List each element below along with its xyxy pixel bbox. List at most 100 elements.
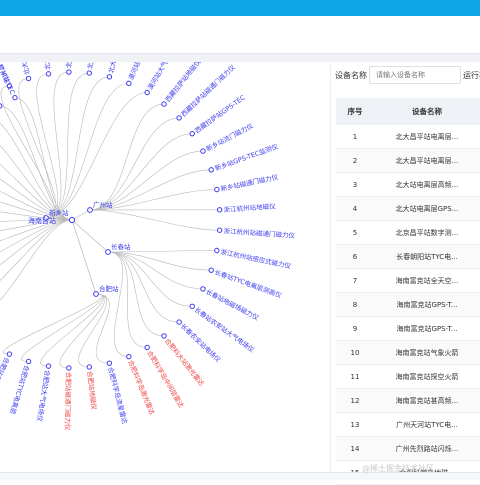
tree-edge bbox=[46, 93, 147, 218]
tree-hub-node bbox=[88, 208, 93, 213]
row-index: 10 bbox=[336, 349, 374, 357]
table-row[interactable]: 1北大昌平站电离层... bbox=[336, 125, 480, 149]
tree-edge bbox=[90, 104, 164, 210]
table-row[interactable]: 11海南富克站探空火箭 bbox=[336, 365, 480, 389]
tree-node bbox=[145, 345, 149, 349]
tree-leaf-label[interactable]: 新乡站GPS-TEC监测仪 bbox=[213, 142, 279, 173]
tree-root-label[interactable]: 海南台站 bbox=[28, 216, 56, 225]
tree-leaf-label[interactable]: 合肥站大气电场仪 bbox=[35, 369, 52, 422]
tree-edge bbox=[90, 134, 192, 210]
table-row[interactable]: 8海南富克站GPS-T... bbox=[336, 293, 480, 317]
tree-node bbox=[46, 72, 50, 76]
tree-node bbox=[127, 354, 131, 358]
row-device-name: 北大站电离层GPS... bbox=[374, 204, 480, 214]
tree-edge bbox=[60, 294, 105, 368]
table-row[interactable]: 2北大昌平站电离层... bbox=[336, 149, 480, 173]
tree-hub-label[interactable]: 新乡站 bbox=[49, 208, 69, 217]
sub-header bbox=[0, 16, 480, 54]
tree-leaf-label[interactable]: 北大昌平站电离层GPS bbox=[33, 62, 52, 71]
tree-edge bbox=[46, 77, 109, 218]
row-index: 13 bbox=[336, 421, 374, 429]
tree-node bbox=[190, 131, 194, 135]
tree-node bbox=[0, 104, 2, 108]
tree-leaf-label[interactable]: 新乡站流门磁力仪 bbox=[204, 121, 255, 153]
col-header-index[interactable]: 序号 bbox=[336, 106, 374, 117]
tree-edge bbox=[108, 252, 164, 336]
tree-leaf-label[interactable]: 浙江杭州站磁通门磁力仪 bbox=[223, 226, 295, 240]
table-header: 序号 设备名称 bbox=[336, 98, 480, 125]
radial-tree-svg[interactable]: 北大昌平站电离层测高仪北大站电离层高频雷达北大昌平站电离层GPS北京昌平站数字测… bbox=[0, 62, 330, 472]
tree-leaf-label[interactable]: 合肥科学岛激光雷达 bbox=[126, 359, 157, 417]
tree-leaf-label[interactable]: 北京昌平站数字测高仪 bbox=[63, 62, 73, 68]
tree-root-node bbox=[69, 217, 74, 222]
tree-node bbox=[177, 116, 181, 120]
tree-node bbox=[87, 365, 91, 369]
tree-node bbox=[67, 70, 71, 74]
tree-leaf-label[interactable]: 合肥站地磁仪 bbox=[85, 370, 99, 410]
watermark: @稀土掘金技术社区 bbox=[362, 463, 434, 474]
tree-leaf-label[interactable]: 合肥科学岛流星雷达 bbox=[106, 366, 130, 425]
device-name-input[interactable] bbox=[369, 66, 461, 84]
table-row[interactable]: 9海南富克站GPS-T... bbox=[336, 317, 480, 341]
tree-leaf-label[interactable]: 合肥站GPS-TEC bbox=[0, 356, 12, 403]
tree-node bbox=[201, 149, 205, 153]
tree-edge bbox=[22, 294, 103, 361]
tree-node bbox=[7, 352, 11, 356]
tree-edge bbox=[90, 210, 220, 230]
tree-leaf-label[interactable]: 合肥站磁通门磁力仪 bbox=[63, 372, 73, 431]
table-row[interactable]: 12海南富克站甚高频... bbox=[336, 389, 480, 413]
tree-node bbox=[26, 359, 30, 363]
tree-leaf-label[interactable]: 北大站大气电场仪 bbox=[106, 62, 128, 74]
table-row[interactable]: 5北京昌平站数字测... bbox=[336, 221, 480, 245]
panel-divider bbox=[330, 62, 331, 472]
row-index: 4 bbox=[336, 205, 374, 213]
row-device-name: 北大昌平站电离层... bbox=[374, 132, 480, 142]
tree-hub-label[interactable]: 合肥站 bbox=[99, 284, 119, 293]
row-index: 5 bbox=[336, 229, 374, 237]
row-device-name: 海南富克站全天空... bbox=[374, 276, 480, 286]
tree-edge bbox=[0, 220, 72, 288]
table-row[interactable]: 14广州先烈路站闪烁... bbox=[336, 437, 480, 461]
tree-leaf-label[interactable]: 北大昌平站数字测高仪 bbox=[85, 62, 102, 70]
row-index: 11 bbox=[336, 373, 374, 381]
tree-edge bbox=[46, 83, 129, 218]
tree-node bbox=[217, 228, 221, 232]
row-device-name: 北京昌平站数字测... bbox=[374, 228, 480, 238]
tree-node bbox=[209, 268, 213, 272]
col-header-device-name[interactable]: 设备名称 bbox=[374, 106, 480, 117]
tree-node bbox=[13, 95, 17, 99]
table-row[interactable]: 3北大站电离层高频... bbox=[336, 173, 480, 197]
table-row[interactable]: 4北大站电离层GPS... bbox=[336, 197, 480, 221]
status-label: 运行状 bbox=[463, 70, 480, 81]
tree-node bbox=[26, 76, 30, 80]
tree-edge bbox=[46, 73, 89, 218]
table-row[interactable]: 13广州天河站TYC电... bbox=[336, 413, 480, 437]
device-name-label: 设备名称 bbox=[335, 70, 367, 81]
tree-node bbox=[190, 304, 194, 308]
tree-edge bbox=[3, 294, 102, 354]
table-row[interactable]: 7海南富克站全天空... bbox=[336, 269, 480, 293]
tree-node bbox=[209, 168, 213, 172]
tree-leaf-label[interactable]: 新乡站磁通门磁力仪 bbox=[220, 172, 280, 193]
row-index: 14 bbox=[336, 445, 374, 453]
table-row[interactable]: 10海南富克站气象火箭 bbox=[336, 341, 480, 365]
tree-node bbox=[46, 364, 50, 368]
tree-edge bbox=[108, 252, 147, 347]
tree-hub-label[interactable]: 广州站 bbox=[93, 200, 113, 209]
tree-node bbox=[215, 248, 219, 252]
tree-hub-node bbox=[106, 250, 111, 255]
tree-leaf-label[interactable]: 合肥站TYC电离层 bbox=[8, 364, 32, 416]
tree-hub-node bbox=[94, 292, 99, 297]
row-device-name: 北大昌平站电离层... bbox=[374, 156, 480, 166]
device-tree-graph[interactable]: 北大昌平站电离层测高仪北大站电离层高频雷达北大昌平站电离层GPS北京昌平站数字测… bbox=[0, 62, 330, 472]
row-device-name: 北大站电离层高频... bbox=[374, 180, 480, 190]
tree-leaf-label[interactable]: 浙江杭州站地磁仪 bbox=[223, 201, 276, 214]
content-separator bbox=[0, 54, 480, 62]
table-row[interactable]: 6长春朝阳站TYC电... bbox=[336, 245, 480, 269]
row-device-name: 海南富克站甚高频... bbox=[374, 396, 480, 406]
tree-edge bbox=[0, 220, 72, 315]
tree-leaf-label[interactable]: 浙江杭州站感应式磁力仪 bbox=[220, 247, 292, 271]
tree-hub-label[interactable]: 长春站 bbox=[111, 242, 131, 251]
tree-leaf-label[interactable]: 广州站TEC bbox=[0, 63, 18, 96]
tree-node bbox=[127, 81, 131, 85]
